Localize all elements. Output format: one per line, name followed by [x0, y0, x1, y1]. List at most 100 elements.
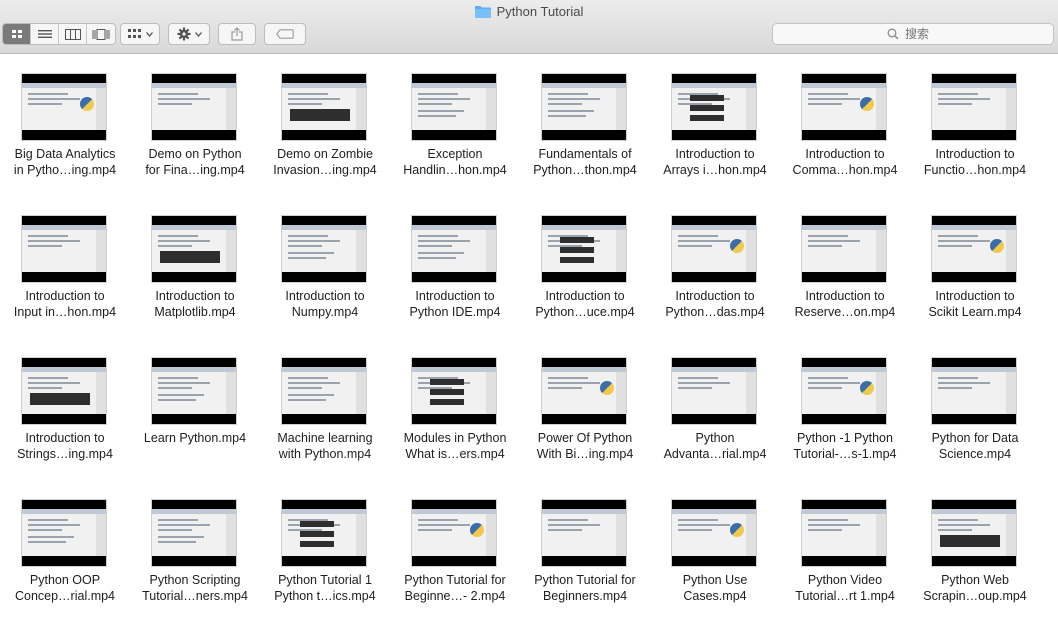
thumbnail-text-line [158, 240, 210, 242]
thumbnail-text-line [678, 235, 718, 237]
file-item[interactable]: Introduction to Python…das.mp4 [650, 196, 780, 326]
thumbnail-text-line [158, 382, 210, 384]
file-item[interactable]: Introduction to Arrays i…hon.mp4 [650, 54, 780, 184]
thumbnail-text-line [548, 93, 588, 95]
file-item[interactable]: Python Video Tutorial…rt 1.mp4 [780, 480, 910, 610]
video-thumbnail [672, 500, 756, 566]
file-item[interactable]: Introduction to Scikit Learn.mp4 [910, 196, 1040, 326]
thumbnail-text-line [678, 377, 718, 379]
thumbnail-screen [542, 83, 626, 130]
thumbnail-text-line [418, 103, 452, 105]
file-item[interactable]: Python Use Cases.mp4 [650, 480, 780, 610]
thumbnail-sidebar [616, 88, 626, 130]
file-item[interactable]: Demo on Zombie Invasion…ing.mp4 [260, 54, 390, 184]
file-item[interactable]: Introduction to Python…uce.mp4 [520, 196, 650, 326]
file-name-line-2: with Python.mp4 [278, 447, 372, 461]
arrange-button[interactable] [120, 23, 160, 45]
file-item[interactable]: Python Scripting Tutorial…ners.mp4 [130, 480, 260, 610]
thumbnail-text-line [808, 235, 848, 237]
search-input[interactable] [905, 27, 939, 41]
file-name-line-1: Introduction to [545, 289, 625, 303]
file-item[interactable]: Python Tutorial for Beginners.mp4 [520, 480, 650, 610]
file-item[interactable]: Python Advanta…rial.mp4 [650, 338, 780, 468]
thumbnail-text-line [548, 103, 582, 105]
file-name: Introduction to Comma…hon.mp4 [780, 146, 910, 178]
thumbnail-text-line [28, 519, 68, 521]
thumbnail-header [932, 367, 1016, 372]
file-item[interactable]: Introduction to Reserve…on.mp4 [780, 196, 910, 326]
file-name: Introduction to Python IDE.mp4 [390, 288, 520, 320]
thumbnail-text-line [288, 103, 322, 105]
file-item[interactable]: Python -1 Python Tutorial-…s-1.mp4 [780, 338, 910, 468]
file-item[interactable]: Introduction to Strings…ing.mp4 [0, 338, 130, 468]
file-name-line-1: Python -1 Python [797, 431, 893, 445]
tag-icon [276, 29, 294, 39]
file-name: Modules in Python What is…ers.mp4 [390, 430, 520, 462]
thumbnail-screen [672, 83, 756, 130]
file-name-line-2: Functio…hon.mp4 [923, 163, 1027, 177]
thumbnail-header [802, 509, 886, 514]
file-name-line-1: Python Video [807, 573, 883, 587]
cover-flow-icon [92, 28, 110, 40]
tags-button[interactable] [264, 23, 306, 45]
action-button[interactable] [168, 23, 210, 45]
file-item[interactable]: Python Tutorial for Beginne…- 2.mp4 [390, 480, 520, 610]
thumbnail-header [932, 509, 1016, 514]
file-name-line-2: Python IDE.mp4 [409, 305, 501, 319]
share-button[interactable] [218, 23, 256, 45]
file-item[interactable]: Learn Python.mp4 [130, 338, 260, 468]
thumbnail-text-line [158, 245, 192, 247]
file-item[interactable]: Python Web Scrapin…oup.mp4 [910, 480, 1040, 610]
file-name-line-1: Python Tutorial for [534, 573, 636, 587]
thumbnail-sidebar [96, 230, 106, 272]
icon-view-button[interactable] [3, 24, 31, 44]
file-item[interactable]: Python OOP Concep…rial.mp4 [0, 480, 130, 610]
file-item[interactable]: Introduction to Comma…hon.mp4 [780, 54, 910, 184]
file-name: Learn Python.mp4 [130, 430, 260, 446]
file-item[interactable]: Modules in Python What is…ers.mp4 [390, 338, 520, 468]
video-thumbnail [542, 358, 626, 424]
thumbnail-text-line [548, 98, 600, 100]
file-item[interactable]: Exception Handlin…hon.mp4 [390, 54, 520, 184]
cover-flow-button[interactable] [87, 24, 115, 44]
thumbnail-header [22, 367, 106, 372]
file-item[interactable]: Fundamentals of Python…thon.mp4 [520, 54, 650, 184]
file-name-line-1: Fundamentals of [538, 147, 632, 161]
file-item[interactable]: Introduction to Matplotlib.mp4 [130, 196, 260, 326]
column-view-button[interactable] [59, 24, 87, 44]
file-item[interactable]: Power Of Python With Bi…ing.mp4 [520, 338, 650, 468]
list-view-button[interactable] [31, 24, 59, 44]
file-name-line-2: With Bi…ing.mp4 [536, 447, 634, 461]
thumbnail-text-line [808, 377, 848, 379]
file-item[interactable]: Introduction to Functio…hon.mp4 [910, 54, 1040, 184]
search-field[interactable] [772, 23, 1054, 45]
thumbnail-text-line [418, 115, 456, 117]
video-thumbnail [932, 500, 1016, 566]
thumbnail-sidebar [486, 230, 496, 272]
thumbnail-code-block [300, 521, 334, 527]
file-item[interactable]: Introduction to Python IDE.mp4 [390, 196, 520, 326]
thumbnail-text-line [158, 519, 198, 521]
file-name: Introduction to Reserve…on.mp4 [780, 288, 910, 320]
file-name-line-2: in Pytho…ing.mp4 [13, 163, 117, 177]
file-name-line-2: Tutorial-…s-1.mp4 [793, 447, 897, 461]
thumbnail-sidebar [616, 372, 626, 414]
thumbnail-text-line [288, 240, 340, 242]
file-name: Introduction to Arrays i…hon.mp4 [650, 146, 780, 178]
thumbnail-text-line [938, 382, 990, 384]
file-item[interactable]: Big Data Analytics in Pytho…ing.mp4 [0, 54, 130, 184]
thumbnail-text-line [938, 524, 990, 526]
file-item[interactable]: Machine learning with Python.mp4 [260, 338, 390, 468]
file-item[interactable]: Python for Data Science.mp4 [910, 338, 1040, 468]
file-name-line-2: Invasion…ing.mp4 [273, 163, 377, 177]
thumbnail-text-line [158, 377, 198, 379]
file-item[interactable]: Python Tutorial 1 Python t…ics.mp4 [260, 480, 390, 610]
thumbnail-text-line [28, 524, 80, 526]
file-item[interactable]: Introduction to Input in…hon.mp4 [0, 196, 130, 326]
thumbnail-screen [542, 225, 626, 272]
file-item[interactable]: Demo on Python for Fina…ing.mp4 [130, 54, 260, 184]
file-name: Python Web Scrapin…oup.mp4 [910, 572, 1040, 604]
window-title-bar: Python Tutorial [0, 2, 1058, 20]
thumbnail-screen [672, 509, 756, 556]
file-item[interactable]: Introduction to Numpy.mp4 [260, 196, 390, 326]
